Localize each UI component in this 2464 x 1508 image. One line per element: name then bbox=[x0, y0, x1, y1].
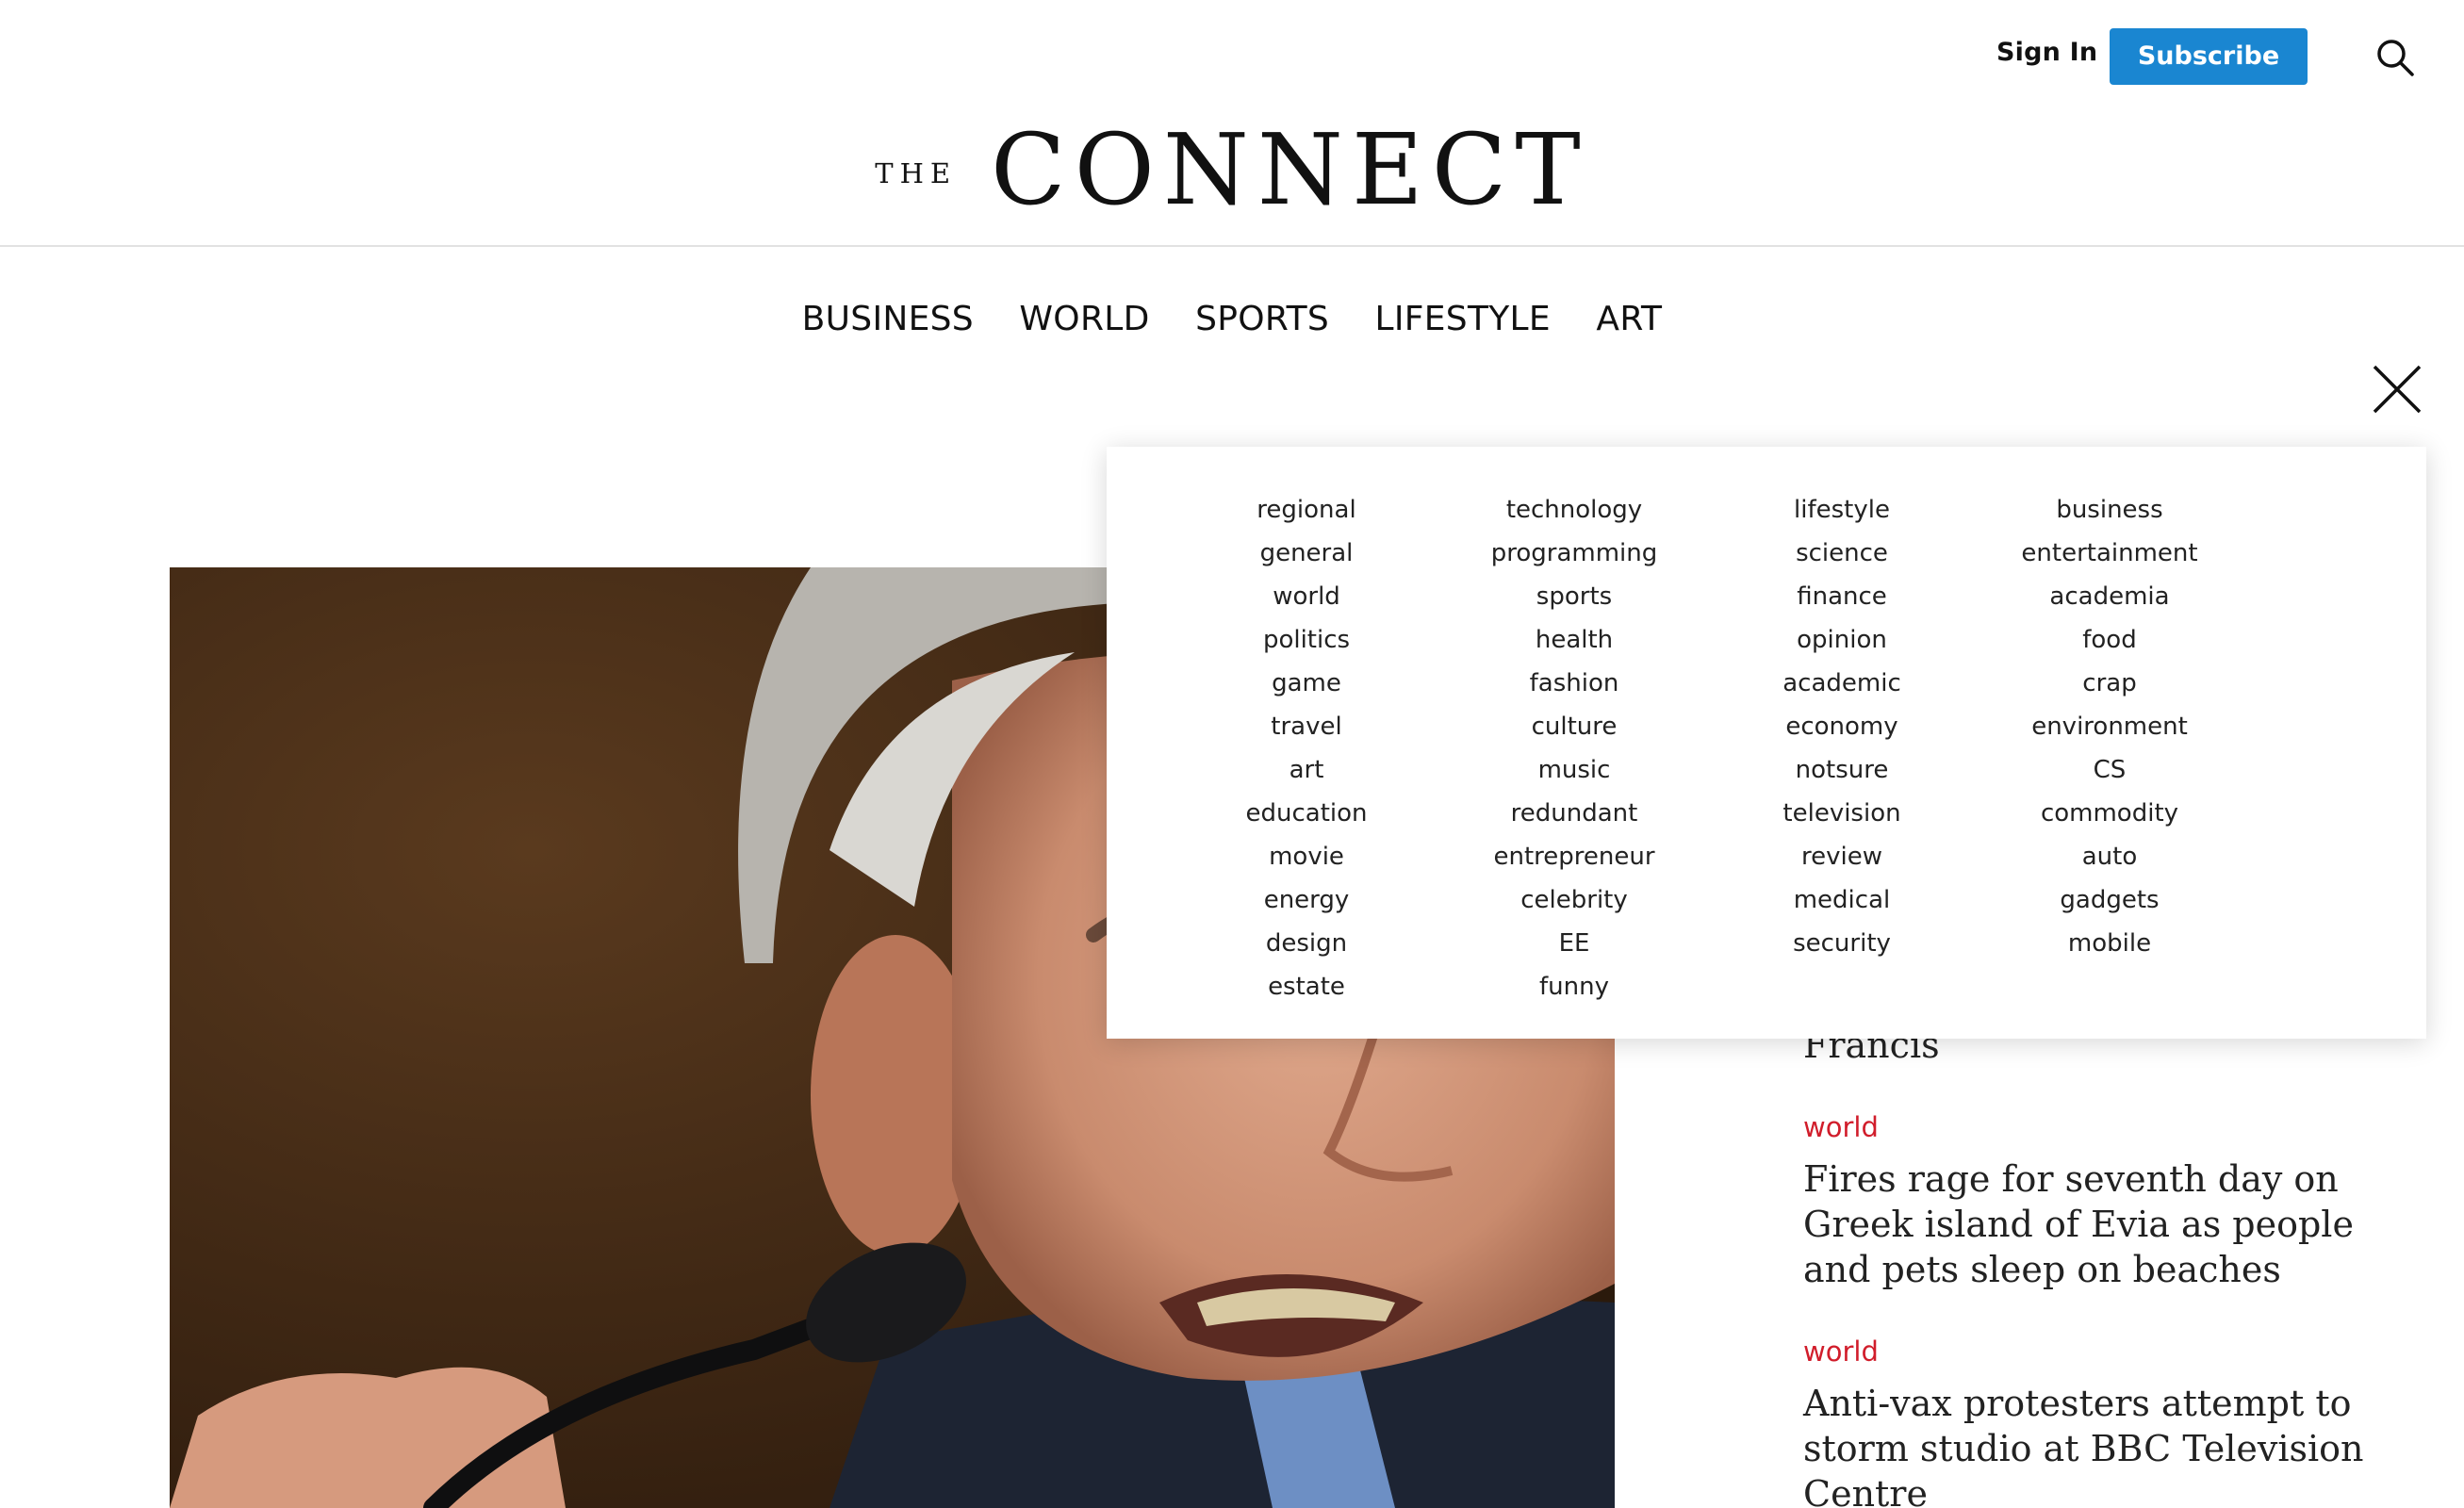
category-item-fashion[interactable]: fashion bbox=[1440, 662, 1708, 705]
category-item-politics[interactable]: politics bbox=[1173, 618, 1440, 662]
category-item-music[interactable]: music bbox=[1440, 748, 1708, 792]
category-item-design[interactable]: design bbox=[1173, 922, 1440, 965]
category-item-crap[interactable]: crap bbox=[1976, 662, 2243, 705]
category-item-sports[interactable]: sports bbox=[1440, 575, 1708, 618]
category-item-education[interactable]: education bbox=[1173, 792, 1440, 835]
category-item-game[interactable]: game bbox=[1173, 662, 1440, 705]
category-item-business[interactable]: business bbox=[1976, 488, 2243, 532]
category-item-academia[interactable]: academia bbox=[1976, 575, 2243, 618]
category-item-travel[interactable]: travel bbox=[1173, 705, 1440, 748]
dropdown-column-1: regional general world politics game tra… bbox=[1173, 488, 1440, 1008]
story-title[interactable]: Anti-vax protesters attempt to storm stu… bbox=[1803, 1381, 2407, 1508]
story-list: Francis world Fires rage for seventh day… bbox=[1803, 1023, 2407, 1508]
category-item-television[interactable]: television bbox=[1708, 792, 1976, 835]
category-item-opinion[interactable]: opinion bbox=[1708, 618, 1976, 662]
category-item-gadgets[interactable]: gadgets bbox=[1976, 878, 2243, 922]
page: Sign In Subscribe THE CONNECT BUSINESS WO… bbox=[0, 0, 2464, 1508]
dropdown-column-4: business entertainment academia food cra… bbox=[1976, 488, 2243, 965]
story-item[interactable]: world Fires rage for seventh day on Gree… bbox=[1803, 1111, 2407, 1292]
category-item-notsure[interactable]: notsure bbox=[1708, 748, 1976, 792]
category-item-mobile[interactable]: mobile bbox=[1976, 922, 2243, 965]
story-title[interactable]: Fires rage for seventh day on Greek isla… bbox=[1803, 1156, 2407, 1292]
category-item-regional[interactable]: regional bbox=[1173, 488, 1440, 532]
category-item-health[interactable]: health bbox=[1440, 618, 1708, 662]
dropdown-column-2: technology programming sports health fas… bbox=[1440, 488, 1708, 1008]
category-item-economy[interactable]: economy bbox=[1708, 705, 1976, 748]
main-nav: BUSINESS WORLD SPORTS LIFESTYLE ART bbox=[0, 300, 2464, 338]
nav-item-world[interactable]: WORLD bbox=[1019, 300, 1149, 338]
category-item-entrepreneur[interactable]: entrepreneur bbox=[1440, 835, 1708, 878]
category-item-programming[interactable]: programming bbox=[1440, 532, 1708, 575]
category-item-energy[interactable]: energy bbox=[1173, 878, 1440, 922]
category-item-finance[interactable]: finance bbox=[1708, 575, 1976, 618]
category-item-cs[interactable]: CS bbox=[1976, 748, 2243, 792]
nav-item-business[interactable]: BUSINESS bbox=[802, 300, 974, 338]
category-item-food[interactable]: food bbox=[1976, 618, 2243, 662]
top-bar: Sign In Subscribe bbox=[0, 0, 2464, 113]
category-item-world[interactable]: world bbox=[1173, 575, 1440, 618]
category-item-commodity[interactable]: commodity bbox=[1976, 792, 2243, 835]
category-item-entertainment[interactable]: entertainment bbox=[1976, 532, 2243, 575]
nav-item-lifestyle[interactable]: LIFESTYLE bbox=[1374, 300, 1550, 338]
category-item-movie[interactable]: movie bbox=[1173, 835, 1440, 878]
category-item-funny[interactable]: funny bbox=[1440, 965, 1708, 1008]
category-item-general[interactable]: general bbox=[1173, 532, 1440, 575]
category-item-environment[interactable]: environment bbox=[1976, 705, 2243, 748]
category-item-redundant[interactable]: redundant bbox=[1440, 792, 1708, 835]
category-item-art[interactable]: art bbox=[1173, 748, 1440, 792]
category-item-medical[interactable]: medical bbox=[1708, 878, 1976, 922]
category-item-celebrity[interactable]: celebrity bbox=[1440, 878, 1708, 922]
category-item-culture[interactable]: culture bbox=[1440, 705, 1708, 748]
category-item-academic[interactable]: academic bbox=[1708, 662, 1976, 705]
story-category[interactable]: world bbox=[1803, 1111, 2407, 1143]
category-item-technology[interactable]: technology bbox=[1440, 488, 1708, 532]
category-item-auto[interactable]: auto bbox=[1976, 835, 2243, 878]
logo-the: THE bbox=[875, 157, 958, 189]
category-item-ee[interactable]: EE bbox=[1440, 922, 1708, 965]
nav-item-sports[interactable]: SPORTS bbox=[1195, 300, 1329, 338]
story-item[interactable]: world Anti-vax protesters attempt to sto… bbox=[1803, 1336, 2407, 1508]
sign-in-link[interactable]: Sign In bbox=[1996, 38, 2097, 67]
category-item-estate[interactable]: estate bbox=[1173, 965, 1440, 1008]
story-category[interactable]: world bbox=[1803, 1336, 2407, 1368]
dropdown-column-3: lifestyle science finance opinion academ… bbox=[1708, 488, 1976, 965]
subscribe-button[interactable]: Subscribe bbox=[2110, 28, 2308, 85]
category-item-review[interactable]: review bbox=[1708, 835, 1976, 878]
category-dropdown: regional general world politics game tra… bbox=[1107, 447, 2426, 1039]
logo-name: CONNECT bbox=[991, 112, 1589, 227]
header-divider bbox=[0, 245, 2464, 247]
category-item-science[interactable]: science bbox=[1708, 532, 1976, 575]
search-icon[interactable] bbox=[2374, 36, 2417, 79]
site-logo[interactable]: THE CONNECT bbox=[0, 121, 2464, 219]
category-item-security[interactable]: security bbox=[1708, 922, 1976, 965]
nav-item-art[interactable]: ART bbox=[1596, 300, 1662, 338]
close-icon[interactable] bbox=[2372, 364, 2423, 415]
category-item-lifestyle[interactable]: lifestyle bbox=[1708, 488, 1976, 532]
